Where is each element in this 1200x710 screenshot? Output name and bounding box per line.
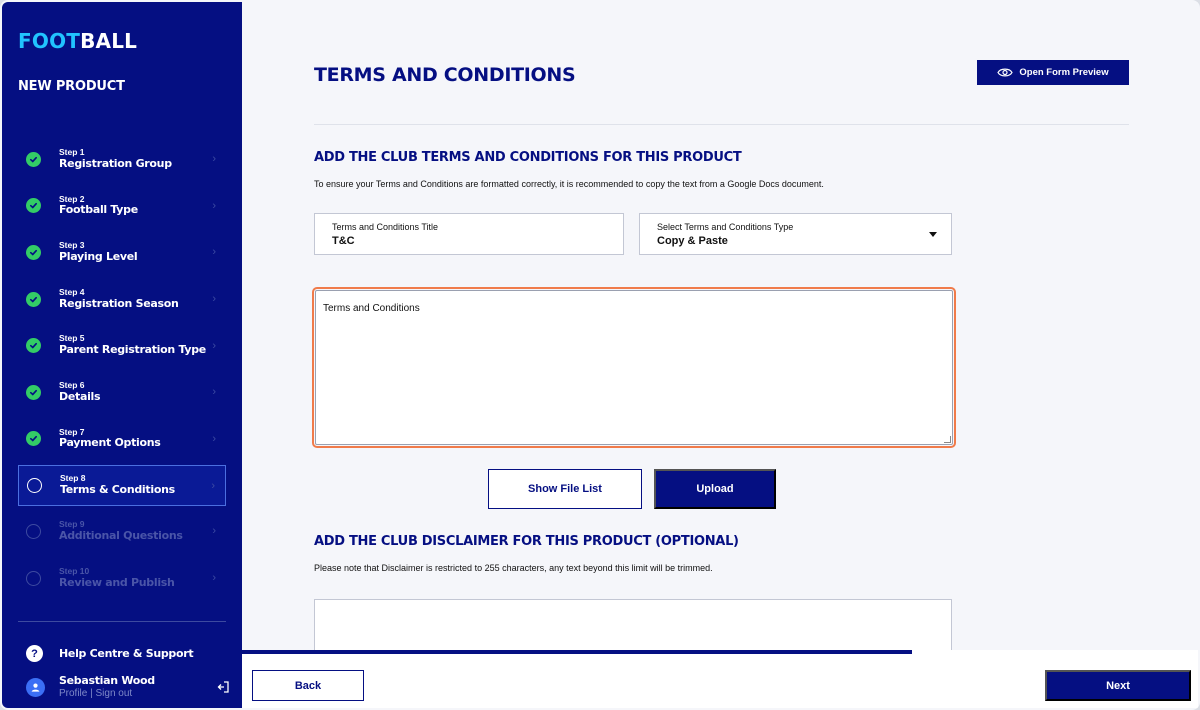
footer-bar: Back Next [242, 650, 1198, 708]
sidebar-step-5[interactable]: Step 5 Parent Registration Type › [18, 322, 226, 369]
disclaimer-section-description: Please note that Disclaimer is restricte… [314, 563, 713, 573]
help-label: Help Centre & Support [59, 647, 194, 660]
open-form-preview-button[interactable]: Open Form Preview [977, 60, 1129, 85]
step-name: Payment Options [59, 436, 161, 450]
sidebar-divider [18, 621, 226, 622]
logo-part-1: FOOT [18, 29, 81, 53]
sidebar-step-2[interactable]: Step 2 Football Type › [18, 183, 226, 230]
check-icon [26, 198, 41, 214]
sidebar-step-4[interactable]: Step 4 Registration Season › [18, 276, 226, 323]
chevron-right-icon: › [212, 572, 216, 585]
sidebar: FOOTBALL NEW PRODUCT Step 1 Registration … [2, 2, 242, 708]
logout-icon[interactable] [216, 680, 230, 694]
check-icon [26, 151, 41, 167]
step-name: Playing Level [59, 250, 138, 264]
circle-icon [26, 570, 41, 586]
step-name: Additional Questions [59, 529, 183, 543]
tc-title-field[interactable]: Terms and Conditions Title T&C [314, 213, 624, 255]
chevron-right-icon: › [212, 339, 216, 352]
progress-bar [242, 650, 912, 654]
step-list: Step 1 Registration Group › Step 2 Footbal… [18, 136, 226, 601]
tc-textarea[interactable]: Terms and Conditions [315, 290, 953, 445]
help-icon: ? [26, 645, 43, 662]
football-logo: FOOTBALL [18, 29, 137, 53]
sidebar-step-8[interactable]: Step 8 Terms & Conditions › [18, 465, 226, 507]
step-name: Review and Publish [59, 575, 175, 589]
step-name: Details [59, 389, 101, 403]
chevron-right-icon: › [212, 386, 216, 399]
back-button[interactable]: Back [252, 670, 364, 701]
chevron-right-icon: › [212, 246, 216, 259]
next-button[interactable]: Next [1045, 670, 1191, 701]
show-file-list-button[interactable]: Show File List [488, 469, 642, 509]
chevron-right-icon: › [212, 153, 216, 166]
check-icon [26, 338, 41, 354]
tc-textarea-focus-ring: Terms and Conditions [312, 287, 956, 448]
step-name: Terms & Conditions [60, 483, 175, 497]
sidebar-step-7[interactable]: Step 7 Payment Options › [18, 416, 226, 463]
page-title: TERMS AND CONDITIONS [314, 64, 576, 86]
chevron-right-icon: › [211, 479, 215, 492]
tc-title-label: Terms and Conditions Title [332, 222, 439, 232]
step-name: Parent Registration Type [59, 343, 206, 357]
tc-section-heading: ADD THE CLUB TERMS AND CONDITIONS FOR TH… [314, 150, 742, 165]
tc-title-value: T&C [332, 235, 355, 247]
sidebar-step-9: Step 9 Additional Questions › [18, 508, 226, 555]
logo-part-2: BALL [80, 29, 138, 53]
tc-textarea-value: Terms and Conditions [323, 303, 420, 314]
sidebar-step-3[interactable]: Step 3 Playing Level › [18, 229, 226, 276]
resize-handle[interactable] [944, 436, 951, 443]
upload-button[interactable]: Upload [654, 469, 776, 509]
title-divider [314, 124, 1129, 125]
circle-icon [26, 523, 41, 539]
chevron-right-icon: › [212, 293, 216, 306]
profile-signout-links[interactable]: Profile | Sign out [59, 688, 155, 701]
tc-type-value: Copy & Paste [657, 235, 728, 247]
step-name: Football Type [59, 203, 138, 217]
chevron-right-icon: › [212, 525, 216, 538]
check-icon [26, 291, 41, 307]
help-centre-link[interactable]: ? Help Centre & Support [26, 645, 194, 662]
eye-icon [997, 68, 1014, 77]
circle-icon [27, 478, 42, 494]
caret-down-icon [929, 232, 937, 237]
step-name: Registration Season [59, 296, 179, 310]
avatar[interactable] [26, 677, 45, 697]
sidebar-step-6[interactable]: Step 6 Details › [18, 369, 226, 416]
check-icon [26, 244, 41, 260]
user-profile: Sebastian Wood Profile | Sign out [26, 674, 230, 700]
app-frame: FOOTBALL NEW PRODUCT Step 1 Registration … [0, 0, 1200, 710]
user-name: Sebastian Wood [59, 674, 155, 687]
preview-label: Open Form Preview [1019, 67, 1109, 78]
sidebar-title: NEW PRODUCT [18, 79, 125, 94]
check-icon [26, 431, 41, 447]
tc-type-select[interactable]: Select Terms and Conditions Type Copy & … [639, 213, 952, 255]
chevron-right-icon: › [212, 432, 216, 445]
check-icon [26, 384, 41, 400]
chevron-right-icon: › [212, 199, 216, 212]
step-name: Registration Group [59, 156, 172, 170]
sidebar-step-1[interactable]: Step 1 Registration Group › [18, 136, 226, 183]
sidebar-step-10: Step 10 Review and Publish › [18, 555, 226, 602]
tc-type-label: Select Terms and Conditions Type [657, 222, 794, 232]
tc-section-description: To ensure your Terms and Conditions are … [314, 179, 824, 189]
disclaimer-section-heading: ADD THE CLUB DISCLAIMER FOR THIS PRODUCT… [314, 534, 739, 549]
main-content: TERMS AND CONDITIONS Open Form Preview A… [242, 2, 1198, 708]
